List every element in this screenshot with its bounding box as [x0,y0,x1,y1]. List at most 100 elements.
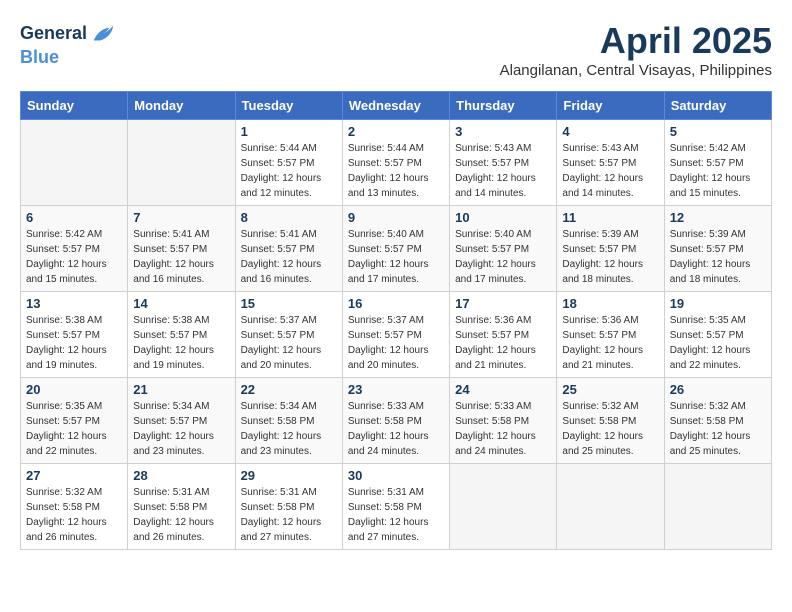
weekday-header-thursday: Thursday [450,92,557,120]
sunset-text: Sunset: 5:57 PM [670,330,744,341]
weekday-header-saturday: Saturday [664,92,771,120]
day-number: 6 [26,210,122,225]
sunset-text: Sunset: 5:58 PM [26,502,100,513]
calendar-cell [450,464,557,550]
sun-info: Sunrise: 5:37 AM Sunset: 5:57 PM Dayligh… [241,313,337,373]
sun-info: Sunrise: 5:32 AM Sunset: 5:58 PM Dayligh… [26,485,122,545]
sun-info: Sunrise: 5:32 AM Sunset: 5:58 PM Dayligh… [562,399,658,459]
calendar-cell: 24 Sunrise: 5:33 AM Sunset: 5:58 PM Dayl… [450,378,557,464]
calendar-cell: 9 Sunrise: 5:40 AM Sunset: 5:57 PM Dayli… [342,206,449,292]
daylight-text: Daylight: 12 hours and 17 minutes. [348,259,429,285]
sun-info: Sunrise: 5:41 AM Sunset: 5:57 PM Dayligh… [241,227,337,287]
sunset-text: Sunset: 5:57 PM [562,158,636,169]
sunset-text: Sunset: 5:57 PM [562,244,636,255]
daylight-text: Daylight: 12 hours and 21 minutes. [562,345,643,371]
daylight-text: Daylight: 12 hours and 13 minutes. [348,173,429,199]
sunset-text: Sunset: 5:57 PM [26,330,100,341]
sunset-text: Sunset: 5:57 PM [133,330,207,341]
sunset-text: Sunset: 5:57 PM [348,244,422,255]
day-number: 5 [670,124,766,139]
title-area: April 2025 Alangilanan, Central Visayas,… [500,20,772,79]
calendar-week-row: 6 Sunrise: 5:42 AM Sunset: 5:57 PM Dayli… [21,206,772,292]
calendar-cell: 8 Sunrise: 5:41 AM Sunset: 5:57 PM Dayli… [235,206,342,292]
daylight-text: Daylight: 12 hours and 18 minutes. [562,259,643,285]
sun-info: Sunrise: 5:35 AM Sunset: 5:57 PM Dayligh… [670,313,766,373]
day-number: 7 [133,210,229,225]
calendar-cell: 19 Sunrise: 5:35 AM Sunset: 5:57 PM Dayl… [664,292,771,378]
sunrise-text: Sunrise: 5:35 AM [670,315,746,326]
calendar-cell: 12 Sunrise: 5:39 AM Sunset: 5:57 PM Dayl… [664,206,771,292]
weekday-header-friday: Friday [557,92,664,120]
calendar-cell: 13 Sunrise: 5:38 AM Sunset: 5:57 PM Dayl… [21,292,128,378]
sunset-text: Sunset: 5:57 PM [348,330,422,341]
day-number: 8 [241,210,337,225]
sunset-text: Sunset: 5:57 PM [241,158,315,169]
sunrise-text: Sunrise: 5:40 AM [455,229,531,240]
sunrise-text: Sunrise: 5:32 AM [26,487,102,498]
daylight-text: Daylight: 12 hours and 26 minutes. [133,517,214,543]
sunset-text: Sunset: 5:58 PM [348,502,422,513]
daylight-text: Daylight: 12 hours and 15 minutes. [670,173,751,199]
location-title: Alangilanan, Central Visayas, Philippine… [500,62,772,79]
sunrise-text: Sunrise: 5:38 AM [133,315,209,326]
daylight-text: Daylight: 12 hours and 16 minutes. [241,259,322,285]
weekday-header-wednesday: Wednesday [342,92,449,120]
day-number: 22 [241,382,337,397]
sunset-text: Sunset: 5:58 PM [562,416,636,427]
sunset-text: Sunset: 5:58 PM [133,502,207,513]
sunrise-text: Sunrise: 5:36 AM [455,315,531,326]
daylight-text: Daylight: 12 hours and 20 minutes. [348,345,429,371]
day-number: 29 [241,468,337,483]
sun-info: Sunrise: 5:36 AM Sunset: 5:57 PM Dayligh… [455,313,551,373]
day-number: 16 [348,296,444,311]
sunrise-text: Sunrise: 5:31 AM [348,487,424,498]
calendar-table: SundayMondayTuesdayWednesdayThursdayFrid… [20,91,772,550]
sun-info: Sunrise: 5:39 AM Sunset: 5:57 PM Dayligh… [562,227,658,287]
sunset-text: Sunset: 5:58 PM [455,416,529,427]
sun-info: Sunrise: 5:31 AM Sunset: 5:58 PM Dayligh… [241,485,337,545]
day-number: 15 [241,296,337,311]
day-number: 25 [562,382,658,397]
day-number: 21 [133,382,229,397]
daylight-text: Daylight: 12 hours and 23 minutes. [241,431,322,457]
daylight-text: Daylight: 12 hours and 14 minutes. [562,173,643,199]
month-title: April 2025 [500,20,772,62]
calendar-cell: 11 Sunrise: 5:39 AM Sunset: 5:57 PM Dayl… [557,206,664,292]
daylight-text: Daylight: 12 hours and 17 minutes. [455,259,536,285]
calendar-cell: 6 Sunrise: 5:42 AM Sunset: 5:57 PM Dayli… [21,206,128,292]
day-number: 20 [26,382,122,397]
sunrise-text: Sunrise: 5:39 AM [562,229,638,240]
sun-info: Sunrise: 5:38 AM Sunset: 5:57 PM Dayligh… [26,313,122,373]
calendar-cell: 22 Sunrise: 5:34 AM Sunset: 5:58 PM Dayl… [235,378,342,464]
sunset-text: Sunset: 5:57 PM [133,416,207,427]
sun-info: Sunrise: 5:41 AM Sunset: 5:57 PM Dayligh… [133,227,229,287]
calendar-week-row: 1 Sunrise: 5:44 AM Sunset: 5:57 PM Dayli… [21,120,772,206]
sunrise-text: Sunrise: 5:37 AM [348,315,424,326]
sun-info: Sunrise: 5:38 AM Sunset: 5:57 PM Dayligh… [133,313,229,373]
day-number: 9 [348,210,444,225]
weekday-header-monday: Monday [128,92,235,120]
logo: General Blue [20,20,117,68]
daylight-text: Daylight: 12 hours and 24 minutes. [348,431,429,457]
weekday-header-row: SundayMondayTuesdayWednesdayThursdayFrid… [21,92,772,120]
sunset-text: Sunset: 5:58 PM [241,502,315,513]
sunset-text: Sunset: 5:57 PM [670,158,744,169]
sunset-text: Sunset: 5:57 PM [562,330,636,341]
sunrise-text: Sunrise: 5:31 AM [241,487,317,498]
sun-info: Sunrise: 5:33 AM Sunset: 5:58 PM Dayligh… [348,399,444,459]
sun-info: Sunrise: 5:34 AM Sunset: 5:58 PM Dayligh… [241,399,337,459]
sun-info: Sunrise: 5:44 AM Sunset: 5:57 PM Dayligh… [348,141,444,201]
sunrise-text: Sunrise: 5:38 AM [26,315,102,326]
calendar-cell: 26 Sunrise: 5:32 AM Sunset: 5:58 PM Dayl… [664,378,771,464]
calendar-cell [128,120,235,206]
daylight-text: Daylight: 12 hours and 25 minutes. [670,431,751,457]
daylight-text: Daylight: 12 hours and 22 minutes. [26,431,107,457]
day-number: 26 [670,382,766,397]
sunrise-text: Sunrise: 5:32 AM [562,401,638,412]
logo-text: General Blue [20,20,117,68]
day-number: 18 [562,296,658,311]
daylight-text: Daylight: 12 hours and 20 minutes. [241,345,322,371]
sunrise-text: Sunrise: 5:40 AM [348,229,424,240]
daylight-text: Daylight: 12 hours and 19 minutes. [133,345,214,371]
daylight-text: Daylight: 12 hours and 27 minutes. [348,517,429,543]
